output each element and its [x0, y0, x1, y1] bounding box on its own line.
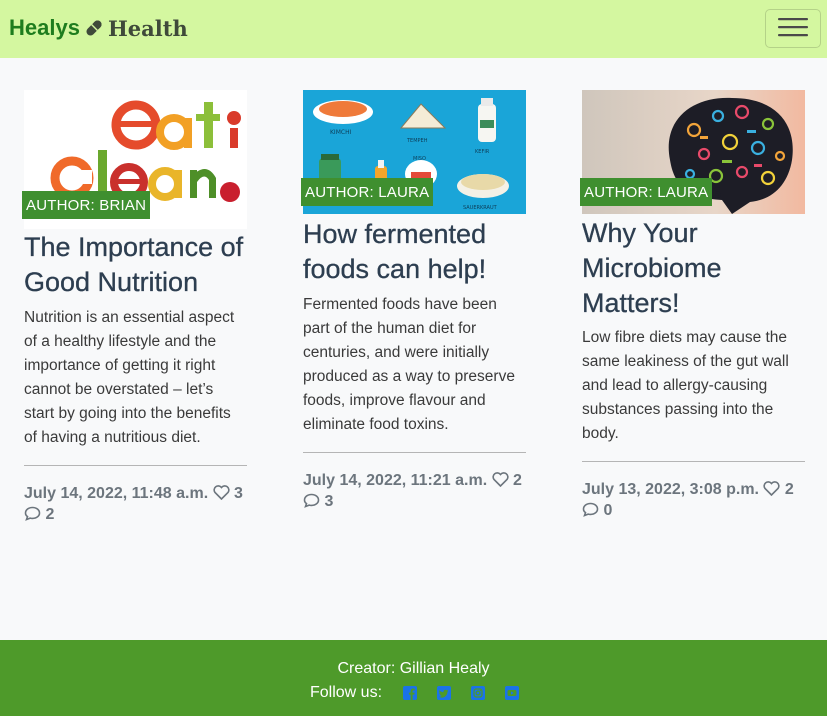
pill-icon	[84, 18, 104, 38]
post-date: July 13, 2022, 3:08 p.m.	[582, 481, 759, 498]
navbar: Healys Health	[0, 0, 827, 58]
comment-icon	[24, 506, 41, 526]
author-badge: AUTHOR: LAURA	[301, 178, 434, 206]
post-meta: July 14, 2022, 11:21 a.m. 2 3	[303, 471, 533, 513]
comment-count: 2	[45, 506, 55, 523]
post-meta: July 14, 2022, 11:48 a.m. 3 2	[24, 484, 254, 526]
image-label: KEFIR	[475, 149, 490, 155]
comment-icon	[582, 502, 599, 522]
creator-credit: Creator: Gillian Healy	[337, 660, 490, 677]
follow-label: Follow us:	[310, 684, 383, 701]
comment-count: 0	[603, 502, 613, 519]
like-count: 3	[234, 485, 243, 502]
comment-count: 3	[324, 493, 334, 510]
brand-name-part1: Healys	[9, 15, 80, 40]
divider	[24, 465, 247, 466]
like-count: 2	[784, 481, 794, 498]
divider	[303, 452, 526, 453]
heart-icon[interactable]	[212, 485, 230, 505]
post-title[interactable]: The Importance of Good Nutrition	[24, 230, 247, 300]
image-label: TEMPEH	[406, 138, 428, 144]
post-excerpt: Nutrition is an essential aspect of a he…	[24, 309, 235, 446]
instagram-icon[interactable]	[470, 685, 486, 701]
post-date: July 14, 2022, 11:48 a.m.	[24, 485, 209, 502]
divider	[582, 461, 805, 462]
youtube-icon[interactable]	[504, 685, 520, 701]
heart-icon[interactable]	[491, 472, 509, 492]
twitter-icon[interactable]	[436, 685, 452, 701]
comment-icon	[303, 493, 320, 513]
post-excerpt: Low fibre diets may cause the same leaki…	[582, 329, 789, 442]
image-label: SAUERKRAUT	[463, 205, 498, 211]
image-label: KIMCHI	[330, 129, 352, 136]
post-title[interactable]: Why Your Microbiome Matters!	[582, 216, 805, 321]
facebook-icon[interactable]	[402, 685, 418, 701]
post-title[interactable]: How fermented foods can help!	[303, 217, 526, 287]
author-badge: AUTHOR: LAURA	[580, 178, 713, 206]
post-excerpt: Fermented foods have been part of the hu…	[303, 296, 515, 433]
footer: Creator: Gillian Healy Follow us:	[0, 640, 827, 716]
brand-name-part2: Health	[107, 15, 188, 41]
hamburger-menu-icon	[778, 16, 808, 41]
navbar-toggle-button[interactable]	[765, 9, 821, 48]
post-date: July 14, 2022, 11:21 a.m.	[303, 472, 488, 489]
brand-logo[interactable]: Healys Health	[9, 15, 188, 41]
like-count: 2	[513, 472, 522, 489]
svg-text:S: S	[712, 186, 722, 202]
social-links: Follow us:	[310, 684, 520, 702]
image-label: MISO	[413, 156, 426, 162]
heart-icon[interactable]	[763, 481, 781, 501]
author-badge: AUTHOR: BRIAN	[22, 191, 151, 219]
post-meta: July 13, 2022, 3:08 p.m. 2 0	[582, 480, 812, 522]
